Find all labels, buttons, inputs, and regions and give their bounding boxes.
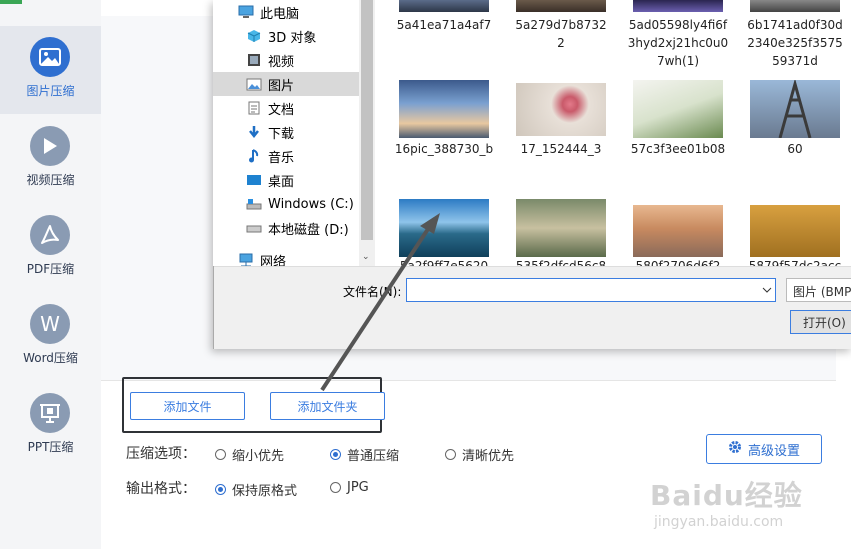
- watermark-url: jingyan.baidu.com: [654, 514, 784, 530]
- annotation-arrow-icon: [320, 213, 440, 392]
- watermark: Baidu经验 jingyan.baidu.com: [650, 474, 803, 530]
- watermark-brand: Baidu经验: [650, 479, 803, 512]
